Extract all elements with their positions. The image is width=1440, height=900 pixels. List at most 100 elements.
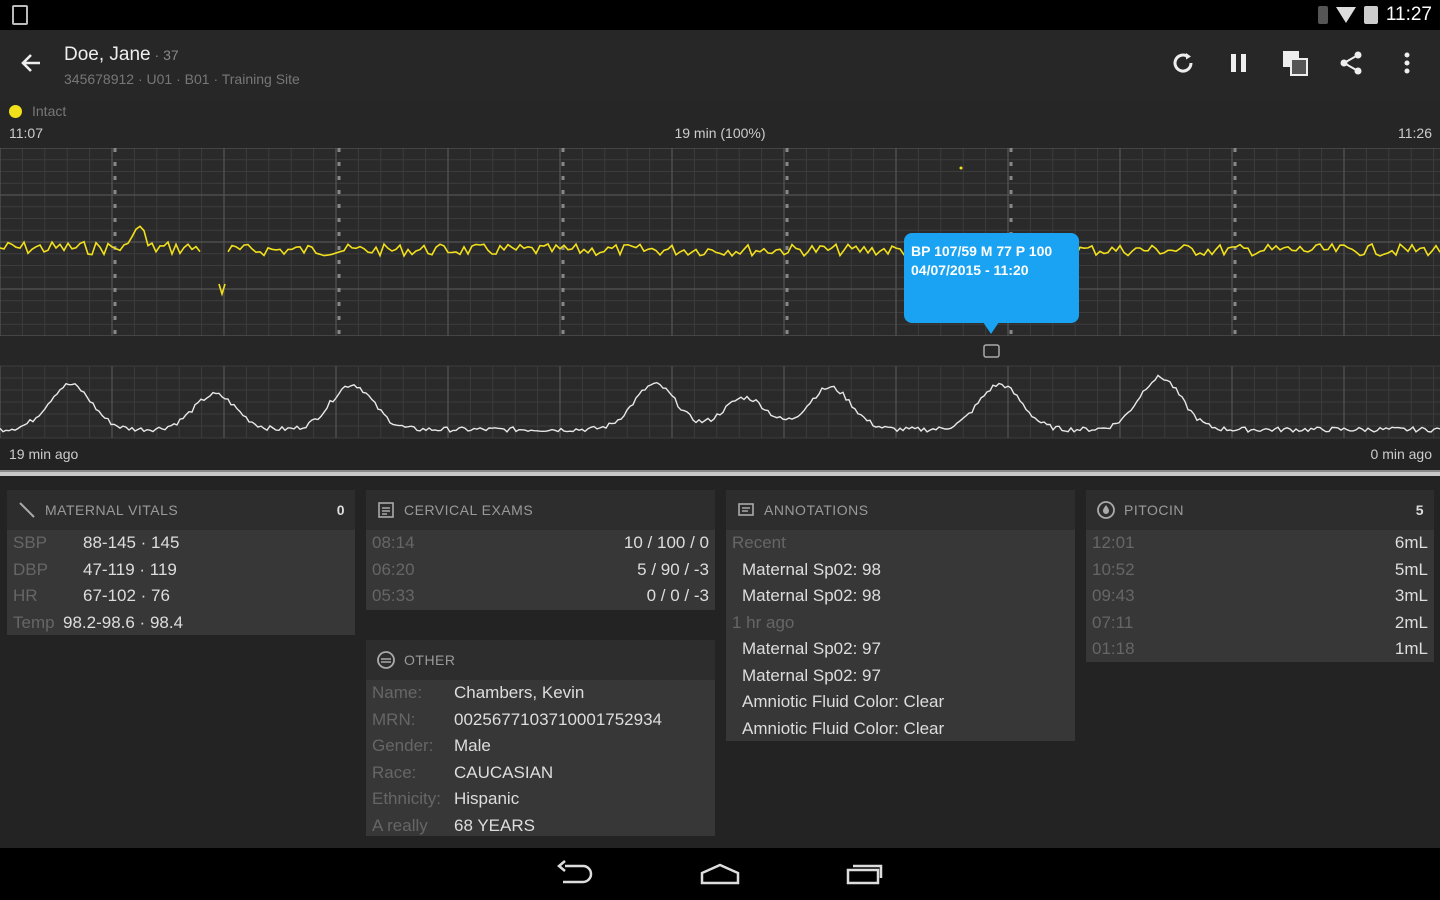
annotation-text: Maternal Sp02: 98 xyxy=(742,559,881,579)
other-row: Gender: Male xyxy=(366,733,715,760)
annotation-text: Maternal Sp02: 97 xyxy=(742,639,881,659)
annotations-title: ANNOTATIONS xyxy=(764,502,869,518)
other-card[interactable]: OTHER Name: Chambers, Kevin MRN: 002567710… xyxy=(366,640,715,836)
nav-home-icon[interactable] xyxy=(697,856,743,892)
cervical-exams-card[interactable]: CERVICAL EXAMS 08:14 10 / 100 / 0 06:20 5 … xyxy=(366,490,715,610)
vital-value: 88-145 · 145 xyxy=(83,533,180,553)
strip-gap xyxy=(0,336,1440,366)
status-bar: 11:27 xyxy=(0,0,1440,30)
other-row: Race: CAUCASIAN xyxy=(366,760,715,787)
other-value: 0025677103710001752934 xyxy=(454,709,663,729)
cervical-exams-title: CERVICAL EXAMS xyxy=(404,502,534,518)
pitocin-time: 07:11 xyxy=(1092,612,1134,632)
pitocin-time: 10:52 xyxy=(1092,559,1135,579)
annotation-item[interactable]: Maternal Sp02: 98 xyxy=(726,583,1075,610)
annotation-item[interactable]: Maternal Sp02: 98 xyxy=(726,557,1075,584)
annotation-item[interactable]: Amniotic Fluid Color: Clear xyxy=(726,716,1075,743)
annotation-text: Amniotic Fluid Color: Clear xyxy=(742,692,945,712)
annotation-item[interactable]: Amniotic Fluid Color: Clear xyxy=(726,689,1075,716)
annotation-text: Amniotic Fluid Color: Clear xyxy=(742,718,945,738)
cervical-row: 08:14 10 / 100 / 0 xyxy=(366,530,715,557)
cervical-row: 06:20 5 / 90 / -3 xyxy=(366,557,715,584)
patient-name-text: Doe, Jane xyxy=(64,44,151,65)
exam-time: 06:20 xyxy=(372,559,415,579)
annotation-group: 1 hr ago xyxy=(732,612,795,632)
other-value: Chambers, Kevin xyxy=(454,683,585,703)
status-icons: 11:27 xyxy=(1317,4,1432,26)
time-range: 19 min (100%) xyxy=(674,125,766,141)
maternal-vitals-count: 0 xyxy=(336,502,345,518)
fhr-dot xyxy=(959,166,963,170)
exam-time: 08:14 xyxy=(372,533,415,553)
wifi-icon xyxy=(1335,7,1356,23)
exam-time: 05:33 xyxy=(372,586,415,606)
other-header: OTHER xyxy=(366,640,715,680)
pitocin-value: 1mL xyxy=(1394,639,1428,659)
legend-label: Intact xyxy=(32,103,67,119)
other-value: CAUCASIAN xyxy=(454,762,554,782)
nav-recent-icon[interactable] xyxy=(842,856,888,892)
time-end: 11:26 xyxy=(1398,125,1432,141)
exam-value: 5 / 90 / -3 xyxy=(637,559,709,579)
other-key: A really xyxy=(372,815,428,835)
arrow-left-icon[interactable] xyxy=(18,50,44,82)
exam-value: 0 / 0 / -3 xyxy=(646,586,709,606)
pitocin-row: 09:43 3mL xyxy=(1086,583,1434,610)
panel-divider[interactable] xyxy=(0,470,1440,476)
other-row: Ethnicity: Hispanic xyxy=(366,786,715,813)
pitocin-row: 01:18 1mL xyxy=(1086,636,1434,663)
pitocin-row: 12:01 6mL xyxy=(1086,530,1434,557)
notification-icon xyxy=(12,5,28,25)
other-icon xyxy=(376,650,396,670)
vitals-row: SBP 88-145 · 145 xyxy=(7,530,355,557)
vital-value: 98.2-98.6 · 98.4 xyxy=(63,612,184,632)
other-key: Ethnicity: xyxy=(372,789,441,809)
vitals-list: SBP 88-145 · 145 DBP 47-119 · 119 HR 67-102… xyxy=(7,530,355,636)
vital-key: Temp xyxy=(13,612,55,632)
pitocin-time: 01:18 xyxy=(1092,639,1135,659)
vital-key: HR xyxy=(13,586,38,606)
annotations-header: ANNOTATIONS xyxy=(726,490,1075,530)
vitals-row: Temp 98.2-98.6 · 98.4 xyxy=(7,610,355,637)
pitocin-value: 5mL xyxy=(1394,559,1428,579)
vital-key: SBP xyxy=(13,533,48,553)
other-key: MRN: xyxy=(372,709,416,729)
other-value: Male xyxy=(454,736,491,756)
annotation-item[interactable]: Maternal Sp02: 97 xyxy=(726,636,1075,663)
other-key: Gender: xyxy=(372,736,434,756)
layers-icon[interactable] xyxy=(1280,48,1310,78)
pitocin-count: 5 xyxy=(1415,502,1424,518)
pitocin-card[interactable]: PITOCIN 5 12:01 6mL 10:52 5mL 09:43 3mL 07:… xyxy=(1086,490,1434,662)
pitocin-value: 6mL xyxy=(1394,533,1428,553)
cervical-exams-header: CERVICAL EXAMS xyxy=(366,490,715,530)
annotations-card[interactable]: ANNOTATIONS Recent Maternal Sp02: 98 Mat… xyxy=(726,490,1075,741)
pitocin-header: PITOCIN 5 xyxy=(1086,490,1434,530)
patient-age: · 37 xyxy=(150,47,179,63)
other-title: OTHER xyxy=(404,652,456,668)
vitals-row: DBP 47-119 · 119 xyxy=(7,557,355,584)
other-key: Name: xyxy=(372,683,423,703)
pitocin-row: 07:11 2mL xyxy=(1086,610,1434,637)
more-vert-icon[interactable] xyxy=(1392,48,1422,78)
annotation-group: Recent xyxy=(732,533,786,553)
strip-end-label: 0 min ago xyxy=(1370,446,1432,462)
bp-tooltip[interactable]: BP 107/59 M 77 P 100 04/07/2015 - 11:20 xyxy=(904,233,1079,334)
nav-back-icon[interactable] xyxy=(553,856,599,892)
pitocin-time: 09:43 xyxy=(1092,586,1135,606)
pause-icon[interactable] xyxy=(1224,48,1254,78)
annotation-icon xyxy=(736,500,756,520)
other-key: Race: xyxy=(372,762,417,782)
share-icon[interactable] xyxy=(1336,48,1366,78)
annotation-group-label: 1 hr ago xyxy=(726,610,1075,637)
drip-icon xyxy=(1096,500,1116,520)
refresh-icon[interactable] xyxy=(1168,48,1198,78)
strip-start-label: 19 min ago xyxy=(9,446,79,462)
tooltip-line-1: BP 107/59 M 77 P 100 xyxy=(911,243,1052,259)
fetal-monitor-strip[interactable]: BP 107/59 M 77 P 100 04/07/2015 - 11:20 xyxy=(0,148,1440,446)
app-bar: Doe, Jane · 37 345678912 · U01 · B01 · T… xyxy=(0,30,1440,100)
other-row: Name: Chambers, Kevin xyxy=(366,680,715,707)
other-row: A really 68 YEARS xyxy=(366,813,715,840)
annotation-item[interactable]: Maternal Sp02: 97 xyxy=(726,663,1075,690)
maternal-vitals-card[interactable]: MATERNAL VITALS 0 SBP 88-145 · 145 DBP 47-… xyxy=(7,490,355,635)
pitocin-value: 2mL xyxy=(1394,612,1428,632)
